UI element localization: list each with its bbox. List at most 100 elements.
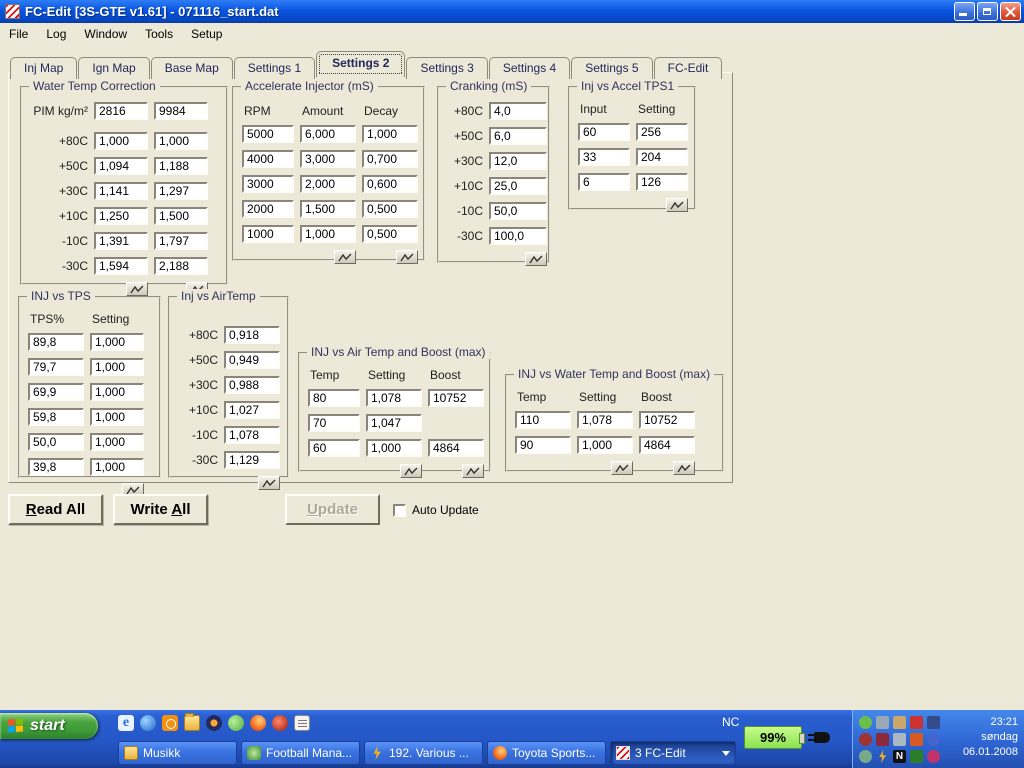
ai-decay-r4[interactable] bbox=[362, 225, 418, 243]
tps-pct-r1[interactable] bbox=[28, 358, 84, 376]
menu-tools[interactable]: Tools bbox=[136, 24, 182, 44]
clock[interactable]: 23:21 søndag 06.01.2008 bbox=[963, 710, 1024, 768]
tps-setting-r1[interactable] bbox=[90, 358, 144, 376]
ai-amount-r0[interactable] bbox=[300, 125, 356, 143]
error-tray-icon[interactable] bbox=[876, 733, 889, 746]
graph-button[interactable] bbox=[611, 461, 633, 475]
winamp-agent-tray-icon[interactable] bbox=[893, 716, 906, 729]
winamp-tray-icon[interactable] bbox=[876, 750, 889, 763]
wtb-temp-r0[interactable] bbox=[515, 411, 571, 429]
wt-c2-r5[interactable] bbox=[154, 257, 208, 275]
wt-c1-r5[interactable] bbox=[94, 257, 148, 275]
tps-pct-r4[interactable] bbox=[28, 433, 84, 451]
tps1-input-r2[interactable] bbox=[578, 173, 630, 191]
menu-file[interactable]: File bbox=[0, 24, 37, 44]
atb-setting-r2[interactable] bbox=[366, 439, 422, 457]
title-bar[interactable]: FC-Edit [3S-GTE v1.61] - 071116_start.da… bbox=[0, 0, 1024, 23]
tps1-setting-r1[interactable] bbox=[636, 148, 688, 166]
wt-c1-r2[interactable] bbox=[94, 182, 148, 200]
windows-update-icon[interactable] bbox=[140, 715, 156, 731]
at-r1[interactable] bbox=[224, 351, 280, 369]
folder-icon[interactable] bbox=[184, 715, 200, 731]
tab-inj-map[interactable]: Inj Map bbox=[10, 57, 77, 79]
wt-c1-r0[interactable] bbox=[94, 132, 148, 150]
network-display-tray-icon[interactable] bbox=[876, 716, 889, 729]
ai-amount-r2[interactable] bbox=[300, 175, 356, 193]
ai-decay-r3[interactable] bbox=[362, 200, 418, 218]
at-r0[interactable] bbox=[224, 326, 280, 344]
tps-setting-r5[interactable] bbox=[90, 458, 144, 476]
chevron-down-icon[interactable] bbox=[722, 751, 730, 756]
tps1-setting-r2[interactable] bbox=[636, 173, 688, 191]
menu-window[interactable]: Window bbox=[75, 24, 136, 44]
tps-setting-r2[interactable] bbox=[90, 383, 144, 401]
tab-settings-5[interactable]: Settings 5 bbox=[571, 57, 652, 79]
tps-setting-r3[interactable] bbox=[90, 408, 144, 426]
opera-icon[interactable] bbox=[272, 715, 288, 731]
graph-button[interactable] bbox=[258, 476, 280, 490]
cr-r0[interactable] bbox=[489, 102, 547, 120]
tab-settings-4[interactable]: Settings 4 bbox=[489, 57, 570, 79]
close-button[interactable] bbox=[1000, 2, 1021, 21]
tab-fc-edit[interactable]: FC-Edit bbox=[654, 57, 723, 79]
cr-r5[interactable] bbox=[489, 227, 547, 245]
internet-explorer-icon[interactable] bbox=[118, 715, 134, 731]
update-button[interactable]: Update bbox=[285, 494, 380, 525]
atb-temp-r1[interactable] bbox=[308, 414, 360, 432]
ai-amount-r4[interactable] bbox=[300, 225, 356, 243]
ai-amount-r1[interactable] bbox=[300, 150, 356, 168]
computer-tray-icon[interactable] bbox=[893, 733, 906, 746]
cr-r1[interactable] bbox=[489, 127, 547, 145]
graph-button[interactable] bbox=[462, 464, 484, 478]
ai-rpm-r0[interactable] bbox=[242, 125, 294, 143]
cr-r2[interactable] bbox=[489, 152, 547, 170]
tps1-setting-r0[interactable] bbox=[636, 123, 688, 141]
start-button[interactable]: start bbox=[0, 713, 98, 739]
atb-boost-r2[interactable] bbox=[428, 439, 484, 457]
key-tray-icon[interactable] bbox=[859, 733, 872, 746]
wtb-boost-r0[interactable] bbox=[639, 411, 695, 429]
notes-icon[interactable] bbox=[294, 715, 310, 731]
graph-button[interactable] bbox=[396, 250, 418, 264]
wt-c1-r3[interactable] bbox=[94, 207, 148, 225]
ai-rpm-r4[interactable] bbox=[242, 225, 294, 243]
atb-setting-r1[interactable] bbox=[366, 414, 422, 432]
atb-boost-r0[interactable] bbox=[428, 389, 484, 407]
pim-field-2[interactable] bbox=[154, 102, 208, 120]
atb-temp-r2[interactable] bbox=[308, 439, 360, 457]
wtb-boost-r1[interactable] bbox=[639, 436, 695, 454]
cr-r4[interactable] bbox=[489, 202, 547, 220]
taskbar-button-musikk[interactable]: Musikk bbox=[118, 741, 237, 765]
tps-pct-r3[interactable] bbox=[28, 408, 84, 426]
messenger-tray-icon[interactable] bbox=[859, 716, 872, 729]
taskbar-button-football-manager[interactable]: Football Mana... bbox=[241, 741, 360, 765]
graph-button[interactable] bbox=[400, 464, 422, 478]
ai-rpm-r2[interactable] bbox=[242, 175, 294, 193]
wt-c2-r4[interactable] bbox=[154, 232, 208, 250]
tps-pct-r2[interactable] bbox=[28, 383, 84, 401]
tab-settings-1[interactable]: Settings 1 bbox=[234, 57, 315, 79]
read-all-button[interactable]: Read All bbox=[8, 494, 103, 525]
at-r5[interactable] bbox=[224, 451, 280, 469]
antivirus-tray-icon[interactable] bbox=[910, 716, 923, 729]
media-player-icon[interactable] bbox=[206, 715, 222, 731]
ai-amount-r3[interactable] bbox=[300, 200, 356, 218]
users-tray-icon[interactable] bbox=[927, 750, 940, 763]
tps1-input-r0[interactable] bbox=[578, 123, 630, 141]
onenote-tray-icon[interactable]: N bbox=[893, 750, 906, 763]
graph-button[interactable] bbox=[126, 282, 148, 296]
ai-rpm-r1[interactable] bbox=[242, 150, 294, 168]
restore-button[interactable] bbox=[977, 2, 998, 21]
menu-log[interactable]: Log bbox=[37, 24, 75, 44]
tab-ign-map[interactable]: Ign Map bbox=[78, 57, 149, 79]
wt-c1-r1[interactable] bbox=[94, 157, 148, 175]
wt-c1-r4[interactable] bbox=[94, 232, 148, 250]
security-tray-icon[interactable] bbox=[927, 716, 940, 729]
atb-temp-r0[interactable] bbox=[308, 389, 360, 407]
ai-decay-r0[interactable] bbox=[362, 125, 418, 143]
firefox-icon[interactable] bbox=[250, 715, 266, 731]
write-all-button[interactable]: Write All bbox=[113, 494, 208, 525]
wt-c2-r3[interactable] bbox=[154, 207, 208, 225]
battery-indicator[interactable]: 99% bbox=[744, 726, 802, 749]
wt-c2-r2[interactable] bbox=[154, 182, 208, 200]
